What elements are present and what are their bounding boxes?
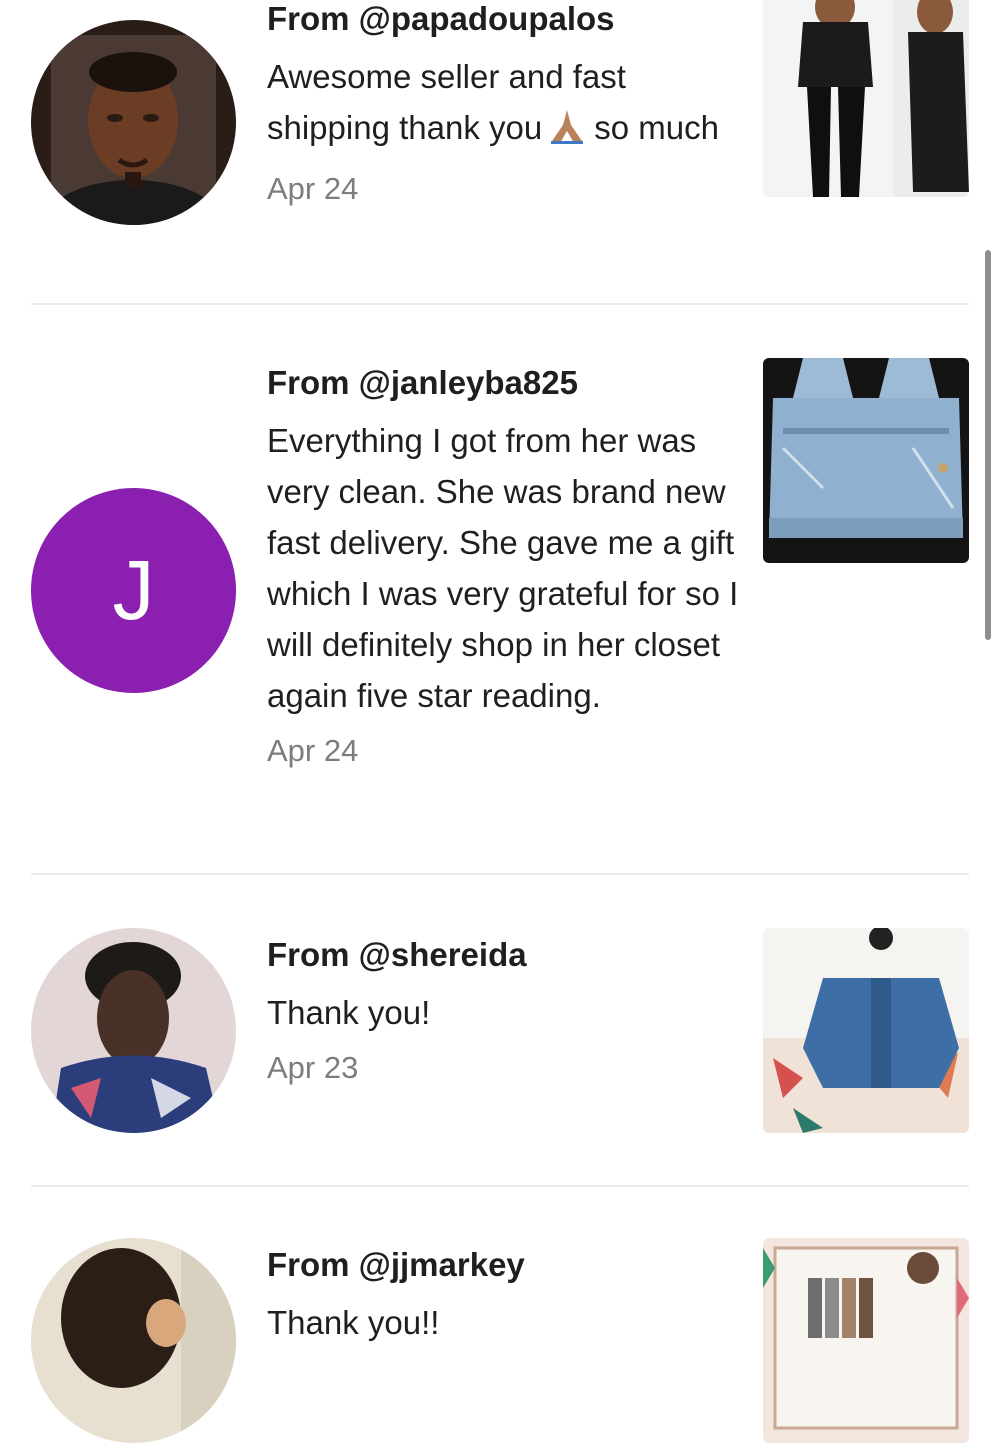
listing-thumbnail[interactable] xyxy=(763,1238,969,1443)
review-divider xyxy=(31,873,969,875)
reviewer-avatar[interactable] xyxy=(31,1238,236,1443)
review-message-text-cont: so much xyxy=(594,109,719,146)
review-message: Awesome seller and fast shipping thank y… xyxy=(267,51,742,159)
reviewer-username[interactable]: From @shereida xyxy=(267,936,742,974)
avatar-letter: J xyxy=(112,543,155,637)
folded-hands-emoji-icon xyxy=(546,107,588,159)
review-divider xyxy=(31,303,969,305)
vertical-scrollbar[interactable] xyxy=(985,250,991,640)
reviewer-avatar[interactable] xyxy=(31,20,236,225)
review-content: From @papadoupalos Awesome seller and fa… xyxy=(267,0,742,209)
reviewer-username[interactable]: From @janleyba825 xyxy=(267,364,742,402)
review-divider xyxy=(31,1185,969,1187)
review-date: Apr 24 xyxy=(267,171,359,206)
reviewer-avatar[interactable]: J xyxy=(31,488,236,693)
review-date: Apr 24 xyxy=(267,733,359,768)
review-message: Thank you!! xyxy=(267,1304,440,1341)
review-date: Apr 23 xyxy=(267,1050,359,1085)
reviews-feed[interactable]: From @papadoupalos Awesome seller and fa… xyxy=(0,0,1000,1443)
review-content: From @shereida Thank you! Apr 23 xyxy=(267,936,742,1088)
review-content: From @janleyba825 Everything I got from … xyxy=(267,364,742,771)
listing-thumbnail[interactable] xyxy=(763,928,969,1133)
review-message: Thank you! xyxy=(267,994,431,1031)
reviewer-avatar[interactable] xyxy=(31,928,236,1133)
reviewer-username[interactable]: From @jjmarkey xyxy=(267,1246,742,1284)
listing-thumbnail[interactable] xyxy=(763,358,969,563)
review-message: Everything I got from her was very clean… xyxy=(267,422,739,714)
reviewer-username[interactable]: From @papadoupalos xyxy=(267,0,742,38)
listing-thumbnail[interactable] xyxy=(763,0,969,197)
